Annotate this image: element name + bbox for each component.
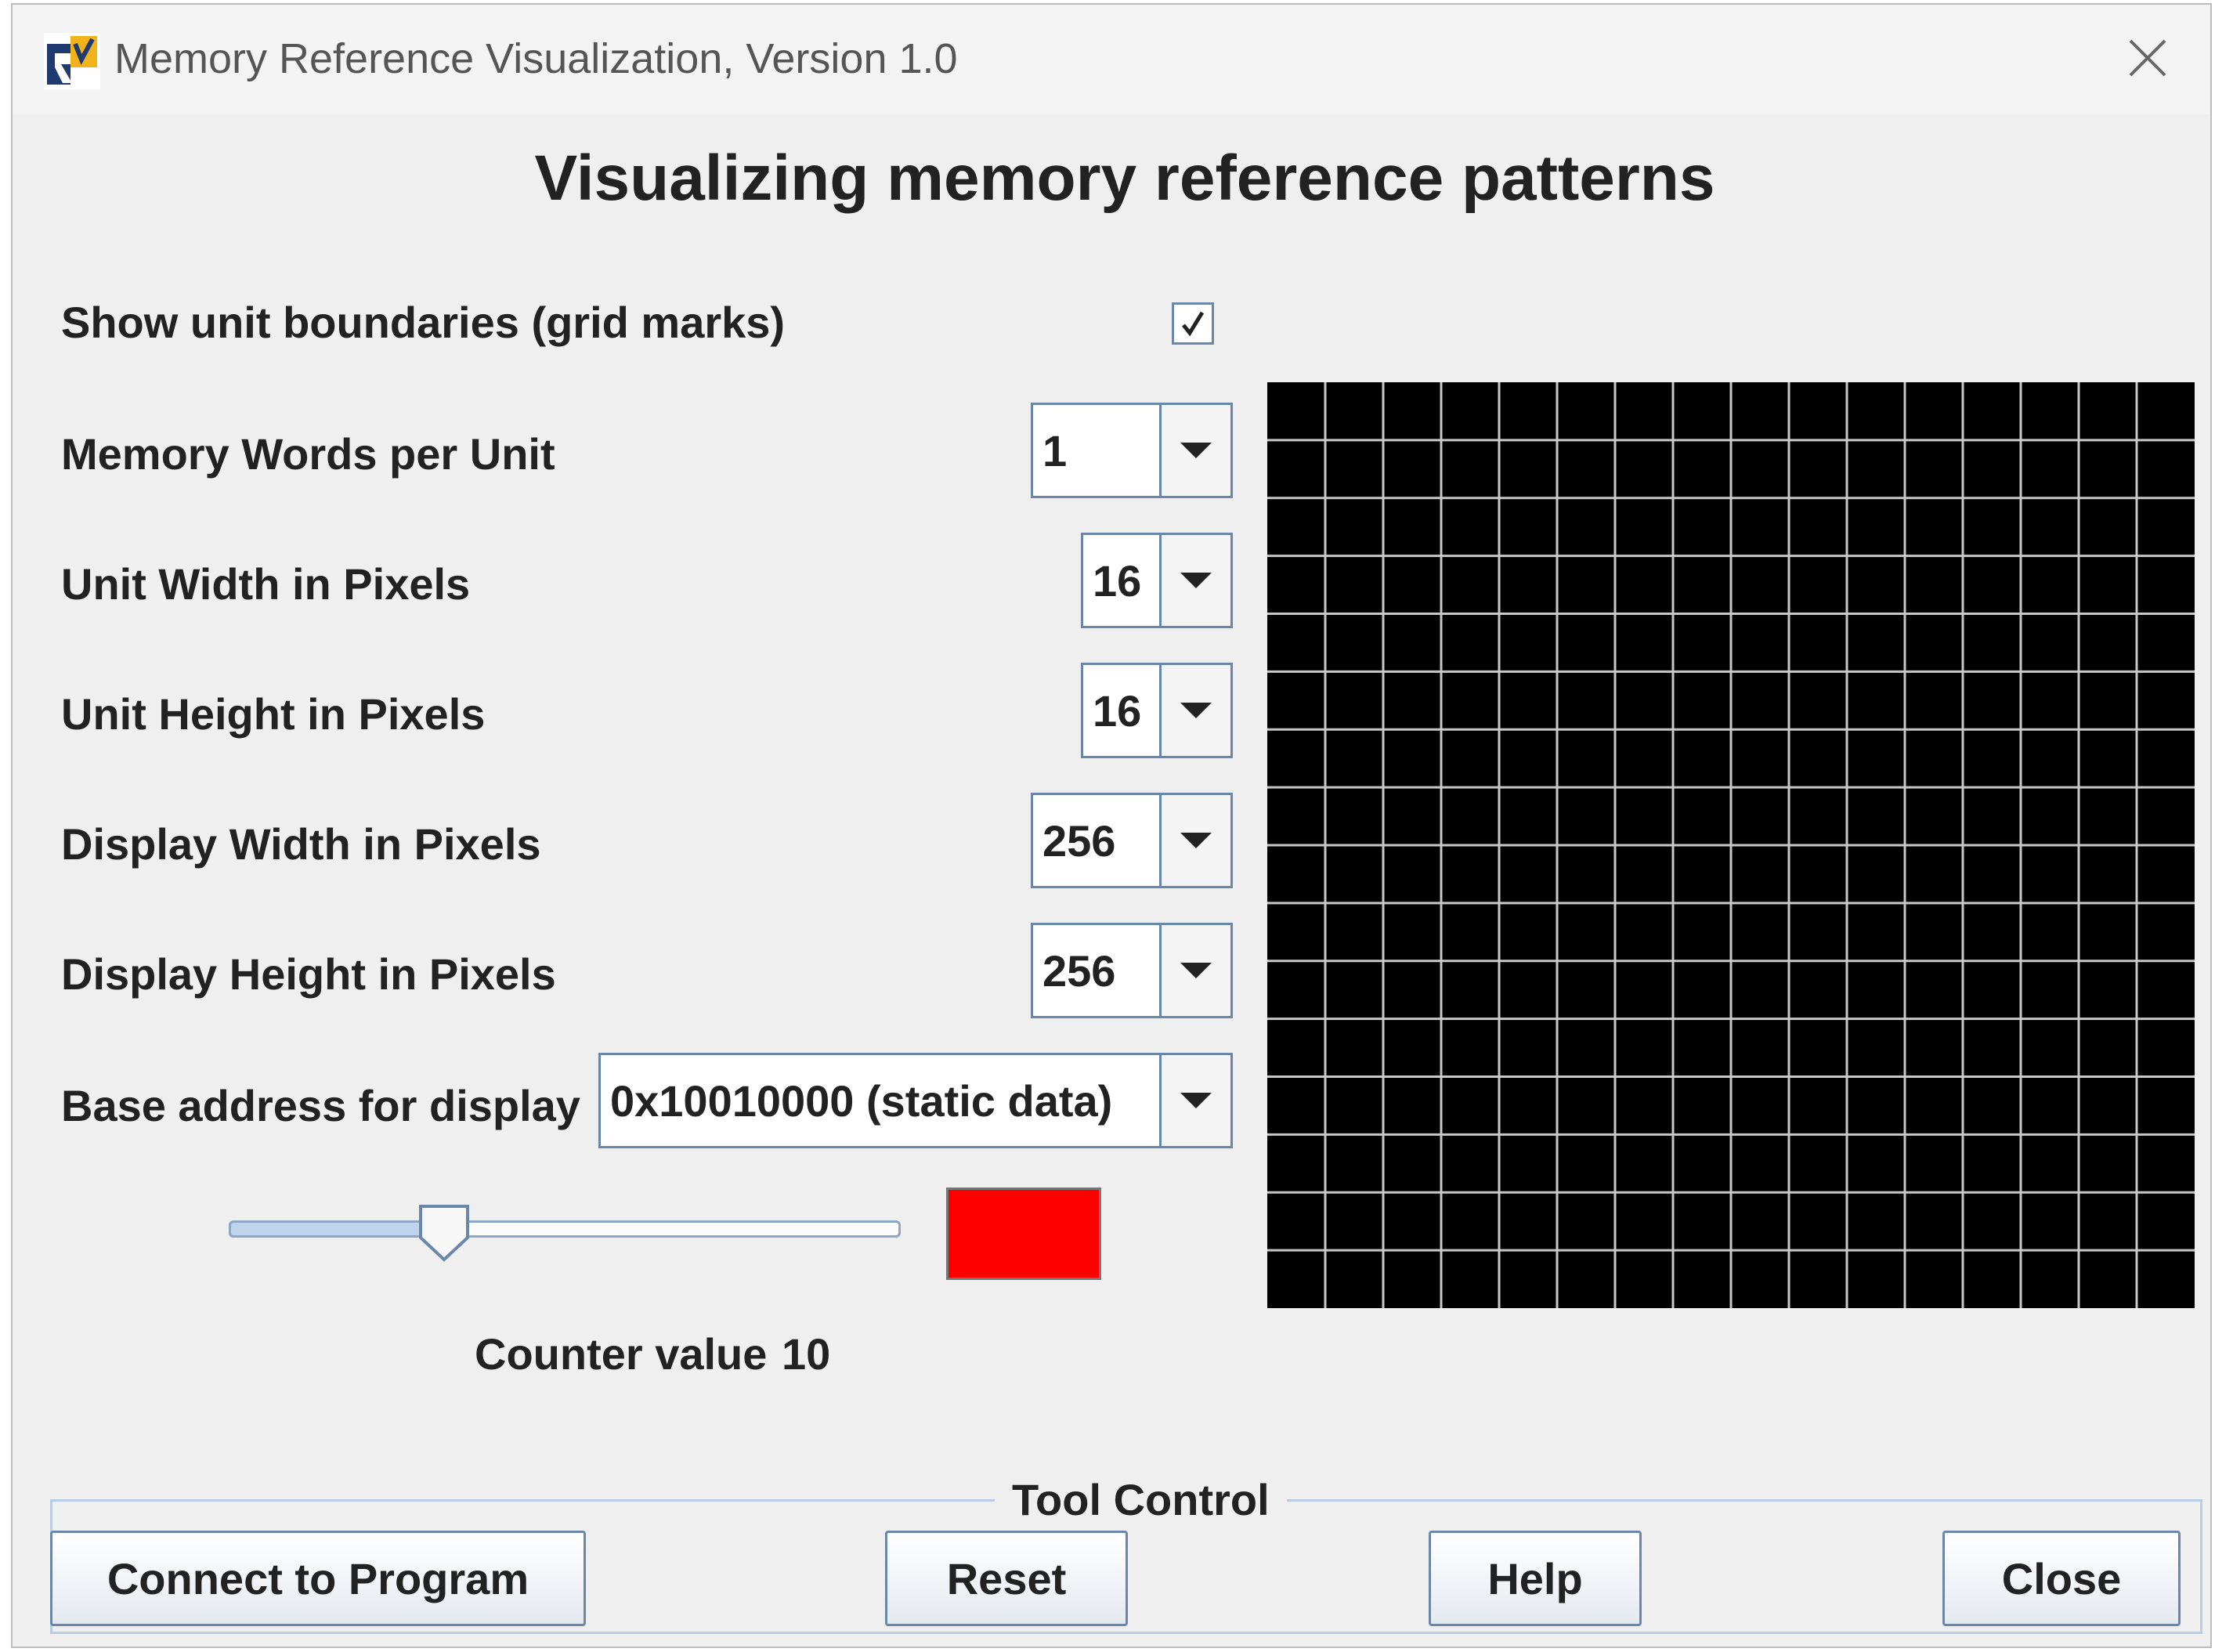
chevron-down-icon[interactable] <box>1159 795 1230 886</box>
unit-width-dropdown[interactable]: 16 <box>1081 533 1233 628</box>
rars-logo-icon <box>44 33 100 89</box>
unit-width-value: 16 <box>1093 555 1142 605</box>
words-per-unit-label: Memory Words per Unit <box>61 429 555 479</box>
grid-marks-label: Show unit boundaries (grid marks) <box>61 298 786 347</box>
chevron-down-icon[interactable] <box>1159 925 1230 1016</box>
grid-marks-checkbox[interactable] <box>1172 302 1214 345</box>
counter-value: 10 <box>782 1329 831 1379</box>
display-width-label: Display Width in Pixels <box>61 819 541 869</box>
words-per-unit-value: 1 <box>1042 425 1068 475</box>
connect-to-program-button[interactable]: Connect to Program <box>50 1531 586 1626</box>
close-button[interactable]: Close <box>1942 1531 2181 1626</box>
title-bar: Memory Reference Visualization, Version … <box>13 5 2210 114</box>
slider-thumb[interactable] <box>417 1203 471 1263</box>
reset-button[interactable]: Reset <box>885 1531 1128 1626</box>
unit-height-value: 16 <box>1093 685 1142 736</box>
unit-height-dropdown[interactable]: 16 <box>1081 663 1233 758</box>
chevron-down-icon[interactable] <box>1159 535 1230 626</box>
chevron-down-icon[interactable] <box>1159 1055 1230 1146</box>
display-width-value: 256 <box>1042 815 1116 866</box>
window-title: Memory Reference Visualization, Version … <box>114 35 958 82</box>
display-width-dropdown[interactable]: 256 <box>1031 793 1233 888</box>
unit-width-label: Unit Width in Pixels <box>61 559 471 609</box>
page-title: Visualizing memory reference patterns <box>534 143 1715 214</box>
tool-control-legend: Tool Control <box>995 1474 1287 1525</box>
chevron-down-icon[interactable] <box>1159 665 1230 756</box>
counter-color-swatch <box>946 1187 1101 1280</box>
base-address-dropdown[interactable]: 0x10010000 (static data) <box>598 1053 1233 1148</box>
help-button[interactable]: Help <box>1429 1531 1642 1626</box>
chevron-down-icon[interactable] <box>1159 405 1230 496</box>
tool-window: Memory Reference Visualization, Version … <box>11 3 2212 1648</box>
close-icon[interactable] <box>2123 33 2173 83</box>
counter-slider[interactable] <box>229 1203 901 1281</box>
unit-height-label: Unit Height in Pixels <box>61 689 486 739</box>
base-address-label: Base address for display <box>61 1081 580 1130</box>
memory-display-grid <box>1267 382 2195 1308</box>
display-height-label: Display Height in Pixels <box>61 949 556 999</box>
base-address-value: 0x10010000 (static data) <box>610 1075 1113 1126</box>
display-height-dropdown[interactable]: 256 <box>1031 923 1233 1018</box>
slider-fill <box>229 1220 444 1238</box>
display-height-value: 256 <box>1042 945 1116 996</box>
words-per-unit-dropdown[interactable]: 1 <box>1031 403 1233 498</box>
counter-label: Counter value <box>475 1329 768 1379</box>
checkmark-icon <box>1182 311 1205 337</box>
